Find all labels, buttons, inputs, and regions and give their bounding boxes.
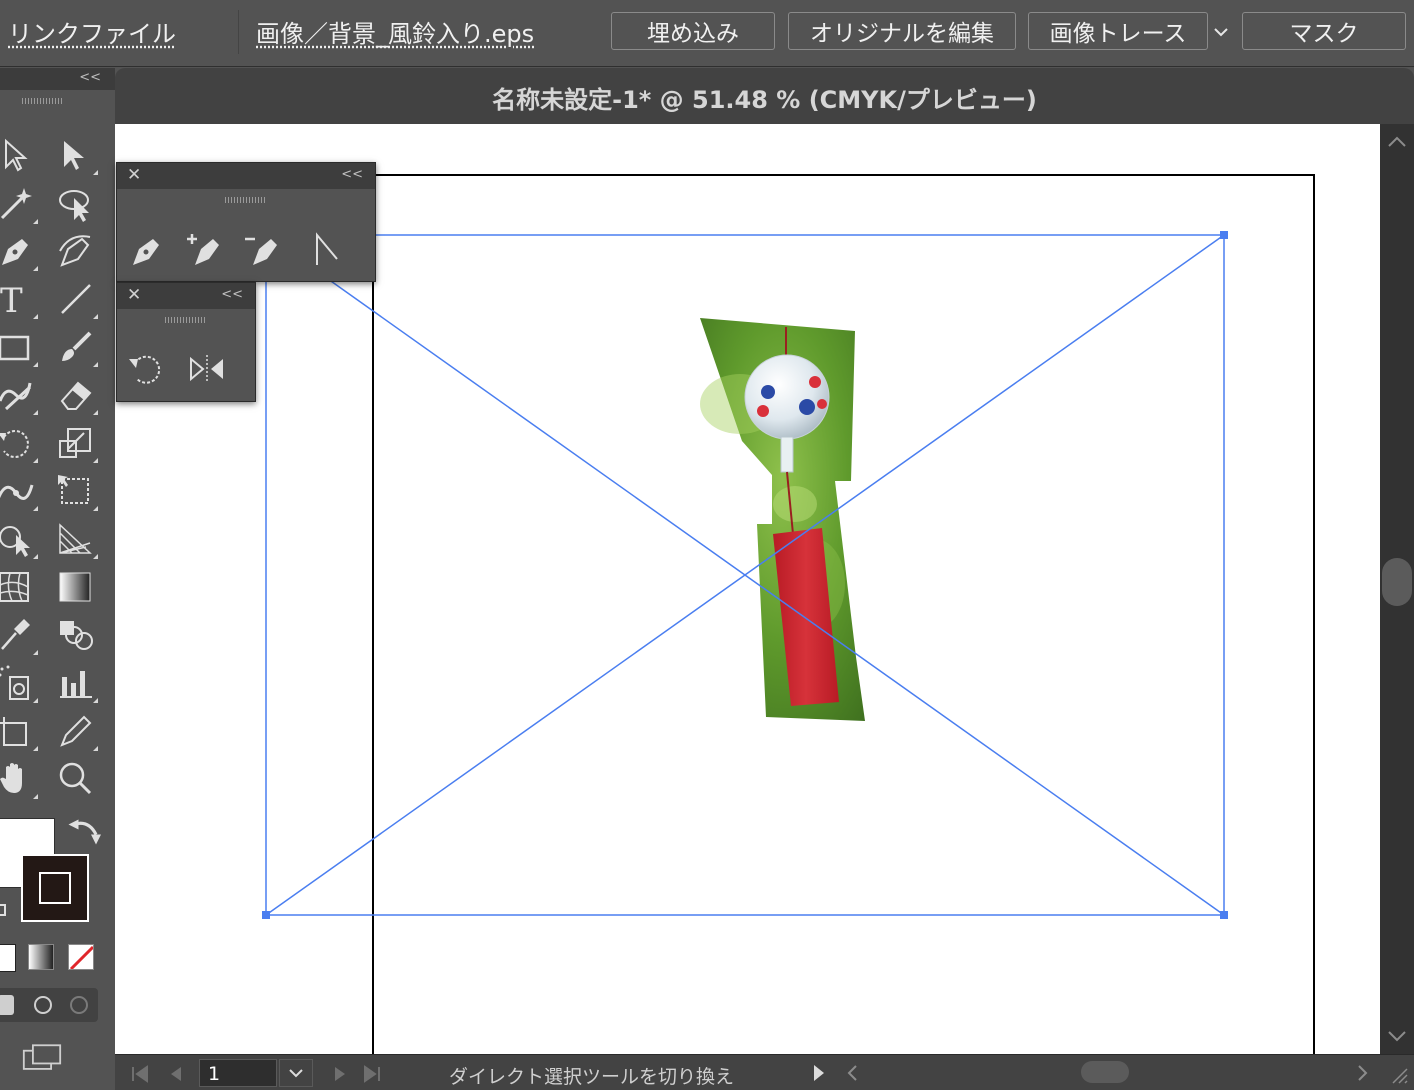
bbox-handle-bottom-left[interactable] bbox=[262, 911, 270, 919]
perspective-grid-tool-icon[interactable] bbox=[56, 519, 98, 559]
mask-button[interactable]: マスク bbox=[1242, 12, 1406, 50]
eraser-tool-icon[interactable] bbox=[56, 375, 98, 415]
selection-tool-icon[interactable] bbox=[0, 135, 36, 175]
mesh-tool-icon[interactable] bbox=[0, 567, 36, 607]
delete-anchor-point-tool-icon[interactable] bbox=[243, 229, 283, 269]
add-anchor-point-tool-icon[interactable] bbox=[185, 229, 225, 269]
status-menu-arrow-icon[interactable] bbox=[809, 1055, 829, 1090]
svg-text:T: T bbox=[0, 281, 23, 319]
collapse-panel-button[interactable]: << bbox=[341, 167, 363, 182]
screen-mode-icon[interactable] bbox=[22, 1038, 66, 1074]
artboard-dropdown[interactable] bbox=[279, 1059, 313, 1087]
resize-grip-icon[interactable] bbox=[1387, 1063, 1409, 1085]
rotate-tools-panel: ✕ << bbox=[116, 282, 256, 402]
scroll-left-icon[interactable] bbox=[843, 1055, 863, 1090]
lasso-tool-icon[interactable] bbox=[56, 184, 96, 224]
paintbrush-tool-icon[interactable] bbox=[56, 327, 98, 367]
linked-file-name[interactable]: 画像／背景_風鈴入り.eps bbox=[256, 14, 534, 49]
tools-panel-header: << bbox=[0, 68, 115, 90]
anchor-point-tool-icon[interactable] bbox=[307, 229, 347, 269]
shape-builder-tool-icon[interactable] bbox=[0, 519, 38, 559]
artboard-tool-icon[interactable] bbox=[0, 711, 38, 751]
close-icon[interactable]: ✕ bbox=[127, 285, 141, 305]
shaper-tool-icon[interactable] bbox=[0, 375, 38, 415]
rotate-panel-header[interactable]: ✕ << bbox=[117, 283, 255, 309]
image-trace-dropdown[interactable] bbox=[1210, 14, 1232, 50]
none-mode-button[interactable] bbox=[68, 944, 94, 970]
none-slash-icon bbox=[69, 945, 93, 969]
draw-behind-icon[interactable] bbox=[34, 996, 52, 1014]
free-transform-tool-icon[interactable] bbox=[56, 471, 98, 511]
draw-inside-icon[interactable] bbox=[70, 996, 88, 1014]
control-bar: リンクファイル 画像／背景_風鈴入り.eps 埋め込み オリジナルを編集 画像ト… bbox=[0, 0, 1414, 67]
pen-panel-header[interactable]: ✕ << bbox=[117, 163, 375, 189]
linked-file-link[interactable]: リンクファイル bbox=[8, 14, 176, 49]
draw-normal-icon[interactable] bbox=[0, 995, 14, 1015]
horizontal-scroll-thumb[interactable] bbox=[1081, 1061, 1129, 1083]
zoom-tool-icon[interactable] bbox=[56, 759, 96, 799]
column-graph-tool-icon[interactable] bbox=[56, 663, 98, 703]
color-mode-button[interactable] bbox=[0, 944, 16, 972]
magic-wand-tool-icon[interactable] bbox=[0, 184, 38, 224]
rotate-panel-grip[interactable] bbox=[165, 317, 205, 323]
artboard-number-field[interactable]: 1 bbox=[199, 1059, 277, 1087]
pen-tool-icon[interactable] bbox=[0, 231, 38, 271]
draw-modes bbox=[0, 988, 98, 1022]
direct-selection-tool-icon[interactable] bbox=[56, 135, 98, 175]
current-tool-status: ダイレクト選択ツールを切り換え bbox=[449, 1066, 735, 1088]
rectangle-tool-icon[interactable] bbox=[0, 327, 38, 367]
symbol-sprayer-tool-icon[interactable] bbox=[0, 663, 38, 703]
edit-original-button[interactable]: オリジナルを編集 bbox=[788, 12, 1016, 50]
blend-tool-icon[interactable] bbox=[56, 615, 96, 655]
embed-button[interactable]: 埋め込み bbox=[611, 12, 775, 50]
slice-tool-icon[interactable] bbox=[56, 711, 98, 751]
tools-panel: << T bbox=[0, 68, 115, 1089]
default-fill-stroke-icon[interactable] bbox=[0, 904, 6, 916]
gradient-mode-button[interactable] bbox=[28, 944, 54, 970]
chevron-down-icon bbox=[1214, 28, 1228, 37]
swap-fill-stroke-icon[interactable] bbox=[66, 812, 101, 845]
pen-tool-icon[interactable] bbox=[127, 229, 167, 269]
status-bar: 1 ダイレクト選択ツールを切り換え bbox=[115, 1054, 1414, 1090]
image-trace-button[interactable]: 画像トレース bbox=[1028, 12, 1208, 50]
bbox-handle-bottom-right[interactable] bbox=[1220, 911, 1228, 919]
hand-tool-icon[interactable] bbox=[0, 759, 38, 799]
scroll-right-icon[interactable] bbox=[1353, 1055, 1373, 1090]
control-bar-divider bbox=[238, 10, 239, 54]
next-last-artboard-icons[interactable] bbox=[329, 1055, 389, 1090]
close-icon[interactable]: ✕ bbox=[127, 165, 141, 185]
bbox-handle-top-right[interactable] bbox=[1220, 231, 1228, 239]
vertical-scroll-thumb[interactable] bbox=[1382, 558, 1412, 606]
type-tool-icon[interactable]: T bbox=[0, 279, 38, 319]
line-segment-tool-icon[interactable] bbox=[56, 279, 98, 319]
pen-tools-panel: ✕ << bbox=[116, 162, 376, 282]
scale-tool-icon[interactable] bbox=[56, 423, 98, 463]
collapse-panel-button[interactable]: << bbox=[221, 287, 243, 302]
stroke-swatch[interactable] bbox=[21, 854, 89, 922]
document-title[interactable]: 名称未設定-1* @ 51.48 % (CMYK/プレビュー) bbox=[115, 80, 1414, 115]
curvature-tool-icon[interactable] bbox=[56, 231, 96, 271]
chevron-down-icon bbox=[289, 1069, 303, 1078]
rotate-tool-icon[interactable] bbox=[0, 423, 38, 463]
document-tab-bar: 名称未設定-1* @ 51.48 % (CMYK/プレビュー) bbox=[115, 68, 1414, 125]
pen-panel-grip[interactable] bbox=[225, 197, 265, 203]
gradient-tool-icon[interactable] bbox=[56, 567, 96, 607]
first-prev-artboard-icons[interactable] bbox=[129, 1055, 209, 1090]
rotate-tool-icon[interactable] bbox=[127, 349, 167, 389]
eyedropper-tool-icon[interactable] bbox=[0, 615, 38, 655]
toolbar-grip[interactable] bbox=[22, 98, 62, 104]
width-tool-icon[interactable] bbox=[0, 471, 38, 511]
collapse-toolbar-button[interactable]: << bbox=[79, 70, 101, 85]
reflect-tool-icon[interactable] bbox=[187, 349, 227, 389]
